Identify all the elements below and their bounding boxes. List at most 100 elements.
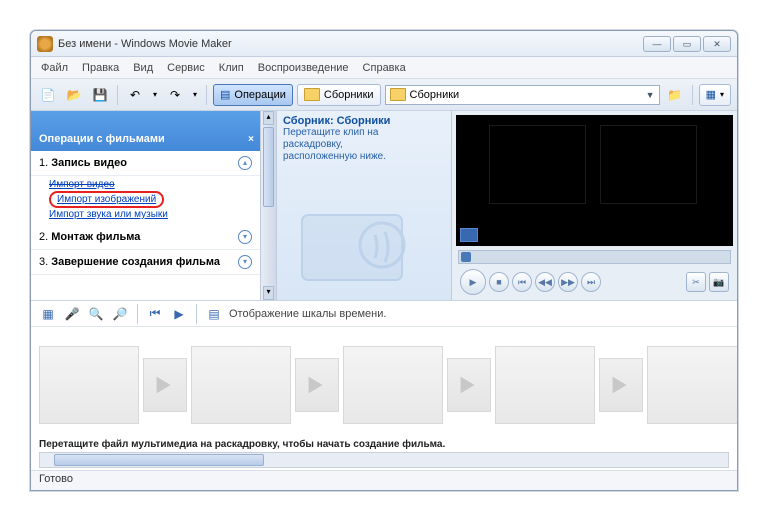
close-button[interactable]: ✕ bbox=[703, 36, 731, 52]
expand-icon[interactable]: ▾ bbox=[238, 255, 252, 269]
task-section-capture[interactable]: 1. Запись видео ▴ bbox=[31, 151, 260, 176]
storyboard-clip[interactable] bbox=[191, 346, 291, 424]
link-import-audio[interactable]: Импорт звука или музыки bbox=[49, 208, 260, 221]
play-button[interactable]: ▶ bbox=[460, 269, 486, 295]
task-edit-label: Монтаж фильма bbox=[51, 231, 140, 243]
redo-button[interactable]: ↷ bbox=[164, 84, 186, 106]
collapse-icon[interactable]: ▴ bbox=[238, 156, 252, 170]
preview-monitor bbox=[456, 115, 733, 246]
scroll-thumb[interactable] bbox=[54, 454, 264, 466]
stop-button[interactable]: ■ bbox=[489, 272, 509, 292]
folder-icon bbox=[390, 88, 406, 101]
link-import-video[interactable]: Импорт видео bbox=[49, 178, 260, 191]
operations-label: Операции bbox=[234, 89, 285, 101]
split-button[interactable]: ✂ bbox=[686, 272, 706, 292]
storyboard-transition[interactable] bbox=[295, 358, 339, 412]
scroll-thumb[interactable] bbox=[263, 127, 274, 207]
scroll-up-icon[interactable]: ▴ bbox=[263, 111, 274, 125]
undo-drop-icon[interactable]: ▾ bbox=[150, 84, 160, 106]
combo-value: Сборники bbox=[410, 89, 460, 101]
play-timeline-icon[interactable]: ▶ bbox=[170, 305, 188, 323]
snapshot-button[interactable]: 📷 bbox=[709, 272, 729, 292]
toolbar: 📄 📂 💾 ↶ ▾ ↷ ▾ ▤ Операции Сборники Сборни… bbox=[31, 79, 737, 111]
playback-controls: ▶ ■ ⏮ ◀◀ ▶▶ ⏭ ✂ 📷 bbox=[452, 264, 737, 300]
save-button[interactable]: 💾 bbox=[89, 84, 111, 106]
status-text: Готово bbox=[39, 473, 73, 485]
seek-bar[interactable] bbox=[458, 250, 731, 264]
timeline-scrollbar[interactable] bbox=[39, 452, 729, 468]
collections-toggle[interactable]: Сборники bbox=[297, 84, 381, 106]
menubar: Файл Правка Вид Сервис Клип Воспроизведе… bbox=[31, 57, 737, 79]
collection-combo[interactable]: Сборники ▼ bbox=[385, 85, 660, 105]
preview-pane: ▶ ■ ⏮ ◀◀ ▶▶ ⏭ ✂ 📷 bbox=[451, 111, 737, 300]
task-finish-label: Завершение создания фильма bbox=[51, 256, 220, 268]
storyboard-clip[interactable] bbox=[39, 346, 139, 424]
timeline-view-label[interactable]: Отображение шкалы времени. bbox=[229, 308, 386, 320]
storyboard[interactable] bbox=[31, 327, 737, 437]
menu-file[interactable]: Файл bbox=[41, 62, 68, 74]
forward-button[interactable]: ▶▶ bbox=[558, 272, 578, 292]
undo-button[interactable]: ↶ bbox=[124, 84, 146, 106]
window-title: Без имени - Windows Movie Maker bbox=[58, 38, 232, 50]
collections-label: Сборники bbox=[324, 89, 374, 101]
capture-links: Импорт видео Импорт изображений Импорт з… bbox=[31, 176, 260, 225]
menu-clip[interactable]: Клип bbox=[219, 62, 244, 74]
menu-view[interactable]: Вид bbox=[133, 62, 153, 74]
task-section-edit[interactable]: 2. Монтаж фильма ▾ bbox=[31, 225, 260, 250]
storyboard-transition[interactable] bbox=[599, 358, 643, 412]
storyboard-hint: Перетащите файл мультимедиа на раскадров… bbox=[31, 437, 737, 452]
storyboard-clip[interactable] bbox=[495, 346, 595, 424]
collection-pane: Сборник: Сборники Перетащите клип на рас… bbox=[276, 111, 451, 300]
zoom-in-icon[interactable]: 🔍 bbox=[87, 305, 105, 323]
tasks-scrollbar[interactable]: ▴ ▾ bbox=[260, 111, 276, 300]
collection-hint: Перетащите клип на раскадровку, располож… bbox=[283, 127, 445, 163]
next-button[interactable]: ⏭ bbox=[581, 272, 601, 292]
tasks-header: Операции с фильмами × bbox=[31, 111, 260, 151]
filmstrip-icon bbox=[297, 200, 427, 290]
statusbar: Готово bbox=[31, 470, 737, 490]
link-import-images[interactable]: Импорт изображений bbox=[57, 193, 156, 206]
rewind-button[interactable]: ◀◀ bbox=[535, 272, 555, 292]
storyboard-view-icon[interactable]: ▦ bbox=[39, 305, 57, 323]
storyboard-transition[interactable] bbox=[143, 358, 187, 412]
minimize-button[interactable]: — bbox=[643, 36, 671, 52]
main-area: Операции с фильмами × 1. Запись видео ▴ … bbox=[31, 111, 737, 301]
open-button[interactable]: 📂 bbox=[63, 84, 85, 106]
zoom-out-icon[interactable]: 🔎 bbox=[111, 305, 129, 323]
menu-service[interactable]: Сервис bbox=[167, 62, 205, 74]
collection-title: Сборник: Сборники bbox=[283, 115, 445, 127]
rewind-timeline-icon[interactable]: ⏮ bbox=[146, 305, 164, 323]
seek-thumb[interactable] bbox=[461, 252, 471, 262]
storyboard-clip[interactable] bbox=[647, 346, 737, 424]
chevron-down-icon: ▼ bbox=[646, 90, 655, 100]
highlight-annotation: Импорт изображений bbox=[49, 191, 164, 208]
operations-toggle[interactable]: ▤ Операции bbox=[213, 84, 293, 106]
timeline-toolbar: ▦ 🎤 🔍 🔎 ⏮ ▶ ▤ Отображение шкалы времени. bbox=[31, 301, 737, 327]
new-button[interactable]: 📄 bbox=[37, 84, 59, 106]
storyboard-clip[interactable] bbox=[343, 346, 443, 424]
task-capture-label: Запись видео bbox=[51, 157, 127, 169]
prev-button[interactable]: ⏮ bbox=[512, 272, 532, 292]
tasks-pane: Операции с фильмами × 1. Запись видео ▴ … bbox=[31, 111, 276, 300]
timeline-area: ▦ 🎤 🔍 🔎 ⏮ ▶ ▤ Отображение шкалы времени.… bbox=[31, 301, 737, 468]
app-icon bbox=[37, 36, 53, 52]
titlebar[interactable]: Без имени - Windows Movie Maker — ▭ ✕ bbox=[31, 31, 737, 57]
view-button[interactable]: ▦▾ bbox=[699, 84, 731, 106]
folder-icon bbox=[304, 88, 320, 101]
fullscreen-icon[interactable] bbox=[460, 228, 478, 242]
tasks-close-icon[interactable]: × bbox=[248, 134, 254, 145]
tasks-header-label: Операции с фильмами bbox=[39, 133, 165, 145]
up-level-button[interactable]: 📁 bbox=[664, 84, 686, 106]
expand-icon[interactable]: ▾ bbox=[238, 230, 252, 244]
storyboard-transition[interactable] bbox=[447, 358, 491, 412]
menu-play[interactable]: Воспроизведение bbox=[258, 62, 349, 74]
task-section-finish[interactable]: 3. Завершение создания фильма ▾ bbox=[31, 250, 260, 275]
narrate-icon[interactable]: 🎤 bbox=[63, 305, 81, 323]
timeline-view-icon[interactable]: ▤ bbox=[205, 305, 223, 323]
app-window: Без имени - Windows Movie Maker — ▭ ✕ Фа… bbox=[30, 30, 738, 491]
menu-help[interactable]: Справка bbox=[363, 62, 406, 74]
menu-edit[interactable]: Правка bbox=[82, 62, 119, 74]
redo-drop-icon[interactable]: ▾ bbox=[190, 84, 200, 106]
scroll-down-icon[interactable]: ▾ bbox=[263, 286, 274, 300]
maximize-button[interactable]: ▭ bbox=[673, 36, 701, 52]
